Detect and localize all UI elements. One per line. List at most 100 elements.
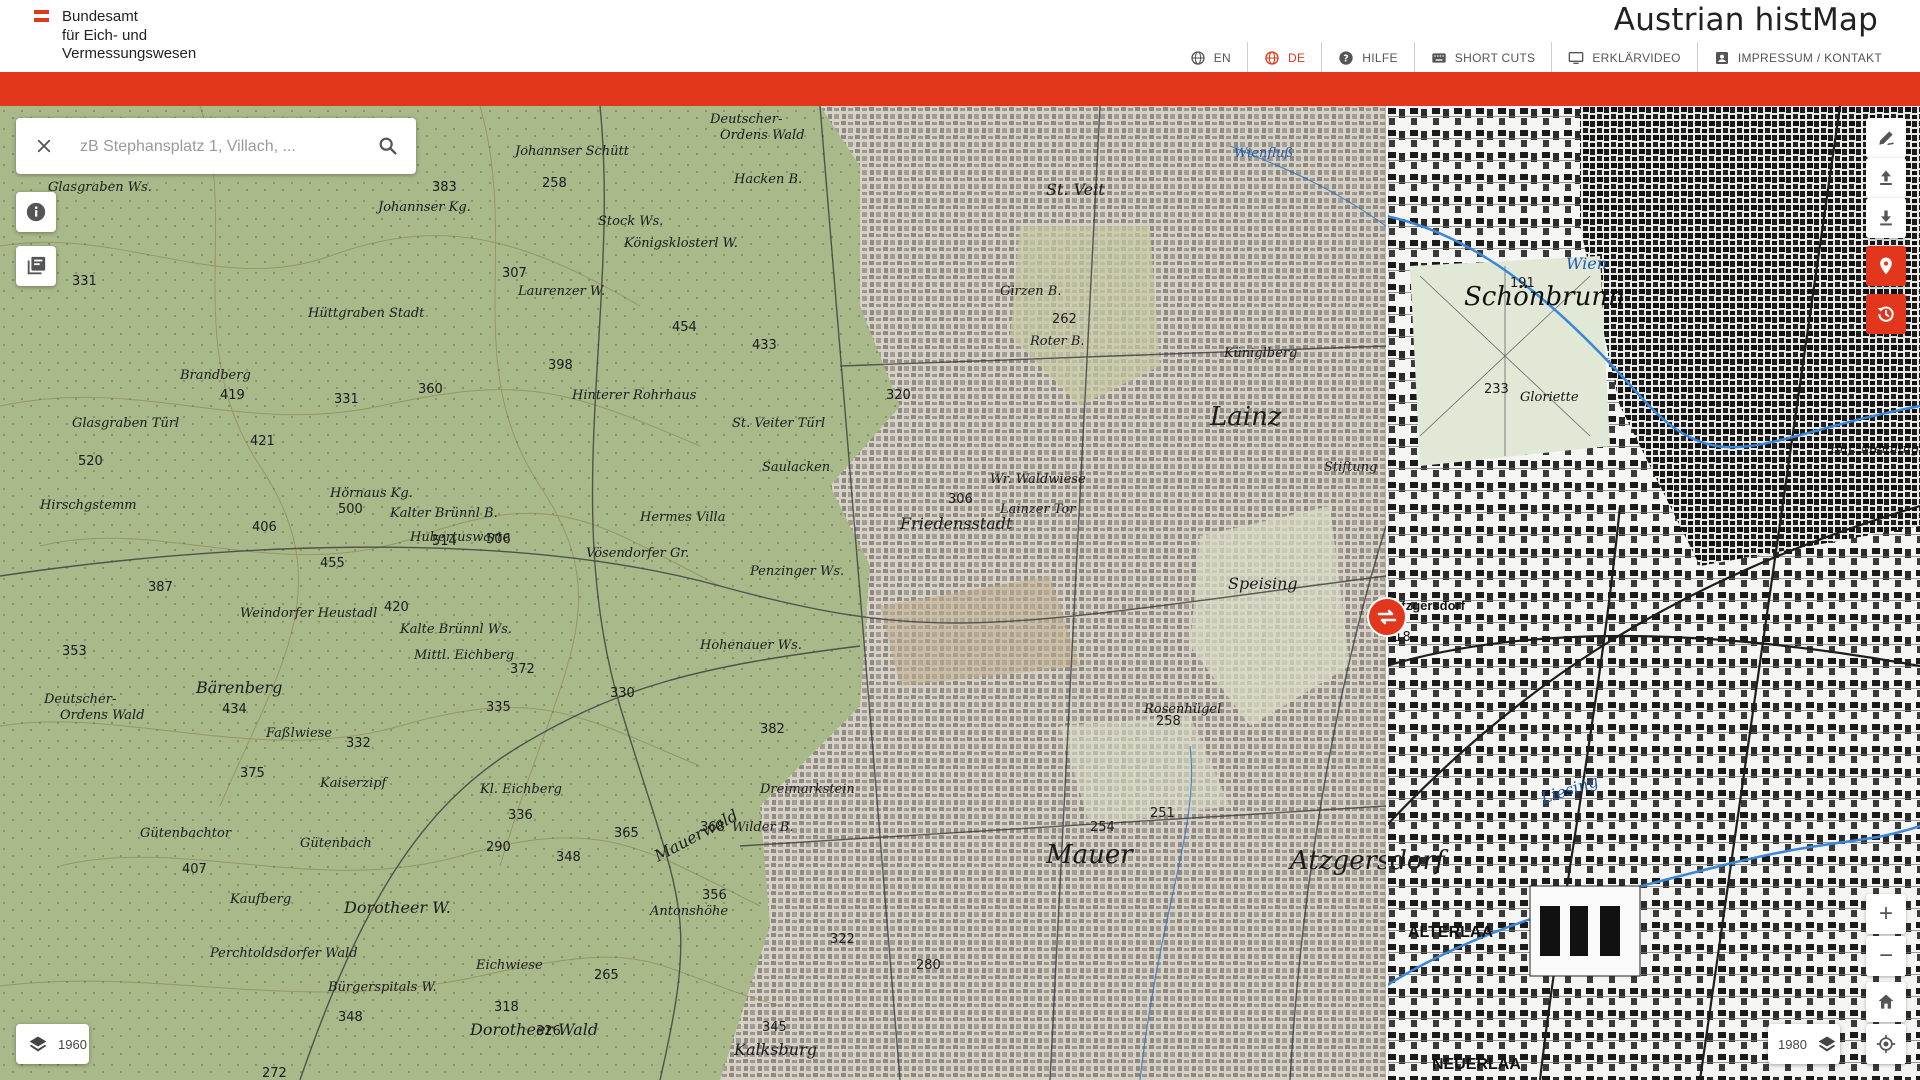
map-label: Glasgraben Ws. [48,180,152,195]
map-label: Ordens Wald [60,708,145,723]
spot-height: 506 [486,532,511,547]
map-label: Hohenauer Ws. [700,638,802,653]
spot-height: 365 [614,826,639,841]
nav-help[interactable]: ? HILFE [1322,42,1415,74]
info-button[interactable] [16,192,56,232]
history-clock-icon [1877,306,1894,322]
map-label: Speising [1228,574,1298,593]
spot-height: 233 [1484,382,1509,397]
map-label: Faßlwiese [266,726,333,741]
map-label: Kalte Brünnl Ws. [400,622,513,637]
map-label: Friedensstadt [900,514,1013,533]
zoom-out-button[interactable]: − [1866,936,1906,976]
spot-height: 368 [700,820,725,835]
history-button[interactable] [1866,294,1906,334]
map-label: Gütenbachtor [140,826,232,841]
map-label: NEUERLAA [1432,1056,1521,1073]
spot-height: 306 [948,492,973,507]
svg-text:?: ? [1343,53,1349,64]
upload-icon [1880,170,1892,185]
map-label: Brandberg [180,368,251,383]
spot-height: 335 [486,700,511,715]
map-label: Ordens Wald [720,128,805,143]
marker-button[interactable] [1866,246,1906,286]
nav-lang-en-label: EN [1213,51,1231,65]
nav-lang-en[interactable]: EN [1174,42,1248,74]
nav-video-label: ERKLÄRVIDEO [1592,51,1681,65]
spot-height: 419 [220,388,245,403]
map-label: Küniglberg [1224,346,1298,361]
spot-height: 421 [250,434,275,449]
spot-height: 348 [556,850,581,865]
spot-height: 353 [62,644,87,659]
home-button[interactable] [1866,982,1906,1022]
left-layer-switcher[interactable]: 1960 [16,1024,89,1064]
map-label: Hermes Villa [640,510,726,525]
info-icon [26,202,46,222]
map-label: Dreimarkstein [760,782,855,797]
draw-pencil-icon [1879,131,1894,146]
map-label: ALTERLAA [1408,924,1494,941]
download-icon [1880,210,1892,226]
top-nav: EN DE ? HILFE SHORT CUTS ERKLÄRVIDEO IMP… [1174,42,1898,74]
spot-height: 331 [334,392,359,407]
map-label: Stock Ws. [598,214,664,229]
nav-lang-de[interactable]: DE [1248,42,1323,74]
map-label: Lainz [1210,402,1282,432]
spot-height: 382 [760,722,785,737]
map-label: Glasgraben Türl [72,416,180,431]
home-icon [1878,994,1894,1009]
spot-height: 326 [536,1024,561,1039]
map-label: Deutscher- [44,692,117,707]
draw-tool-button[interactable] [1866,118,1906,158]
map-label: Wilder B. [732,820,794,835]
map-label: Bärenberg [196,678,283,697]
right-layer-switcher[interactable]: 1980 [1768,1024,1840,1064]
map-label: St. Veit [1046,180,1105,199]
left-map-year: 1960 [58,1036,87,1052]
map-label: Wien [1566,254,1608,273]
layers-icon [29,1036,47,1052]
search-input[interactable] [78,132,362,162]
spot-height: 514 [432,534,457,549]
spot-height: 258 [542,176,567,191]
map-label: Gütenbach [300,836,372,851]
spot-height: 272 [262,1066,287,1080]
map-label: Deutscher- [710,112,783,127]
swipe-divider[interactable] [1386,106,1388,1080]
map-label: Kalter Brünnl B. [390,506,498,521]
zoom-in-button[interactable]: + [1866,894,1906,934]
map-label: Bürgerspitals W. [328,980,437,995]
clear-search-button[interactable] [30,132,58,160]
map-canvas[interactable]: Kalksburg Deutscher- Ordens Wald Johanns… [0,106,1920,1080]
spot-height: 454 [672,320,697,335]
map-library-button[interactable] [16,246,56,286]
accent-bar [0,72,1920,106]
locate-me-button[interactable] [1866,1024,1906,1064]
search-button[interactable] [374,132,402,160]
upload-button[interactable] [1866,158,1906,198]
map-label: Girzen B. [1000,284,1062,299]
nav-shortcuts[interactable]: SHORT CUTS [1415,42,1553,74]
spot-height: 434 [222,702,247,717]
map-label: Stiftung [1324,460,1378,475]
spot-height: 398 [548,358,573,373]
nav-impressum-label: IMPRESSUM / KONTAKT [1737,51,1882,65]
nav-impressum[interactable]: IMPRESSUM / KONTAKT [1698,42,1898,74]
map-label: Hacken B. [734,172,803,187]
map-label: Kl. Eichberg [480,782,562,797]
map-label: Wr. Waldwiese [990,472,1086,487]
swipe-handle[interactable] [1367,597,1407,637]
nav-shortcuts-label: SHORT CUTS [1454,51,1536,65]
swap-arrows-icon [1377,609,1397,625]
nav-video[interactable]: ERKLÄRVIDEO [1552,42,1698,74]
nav-lang-de-label: DE [1288,51,1306,65]
spot-height: 307 [502,266,527,281]
map-label: Schönbrunn [1464,282,1625,312]
library-book-icon [27,256,46,275]
logo-line-1: Bundesamt [62,8,138,25]
map-label: Johannser Kg. [378,200,471,215]
download-button[interactable] [1866,198,1906,238]
spot-height: 406 [252,520,277,535]
spot-height: 520 [78,454,103,469]
